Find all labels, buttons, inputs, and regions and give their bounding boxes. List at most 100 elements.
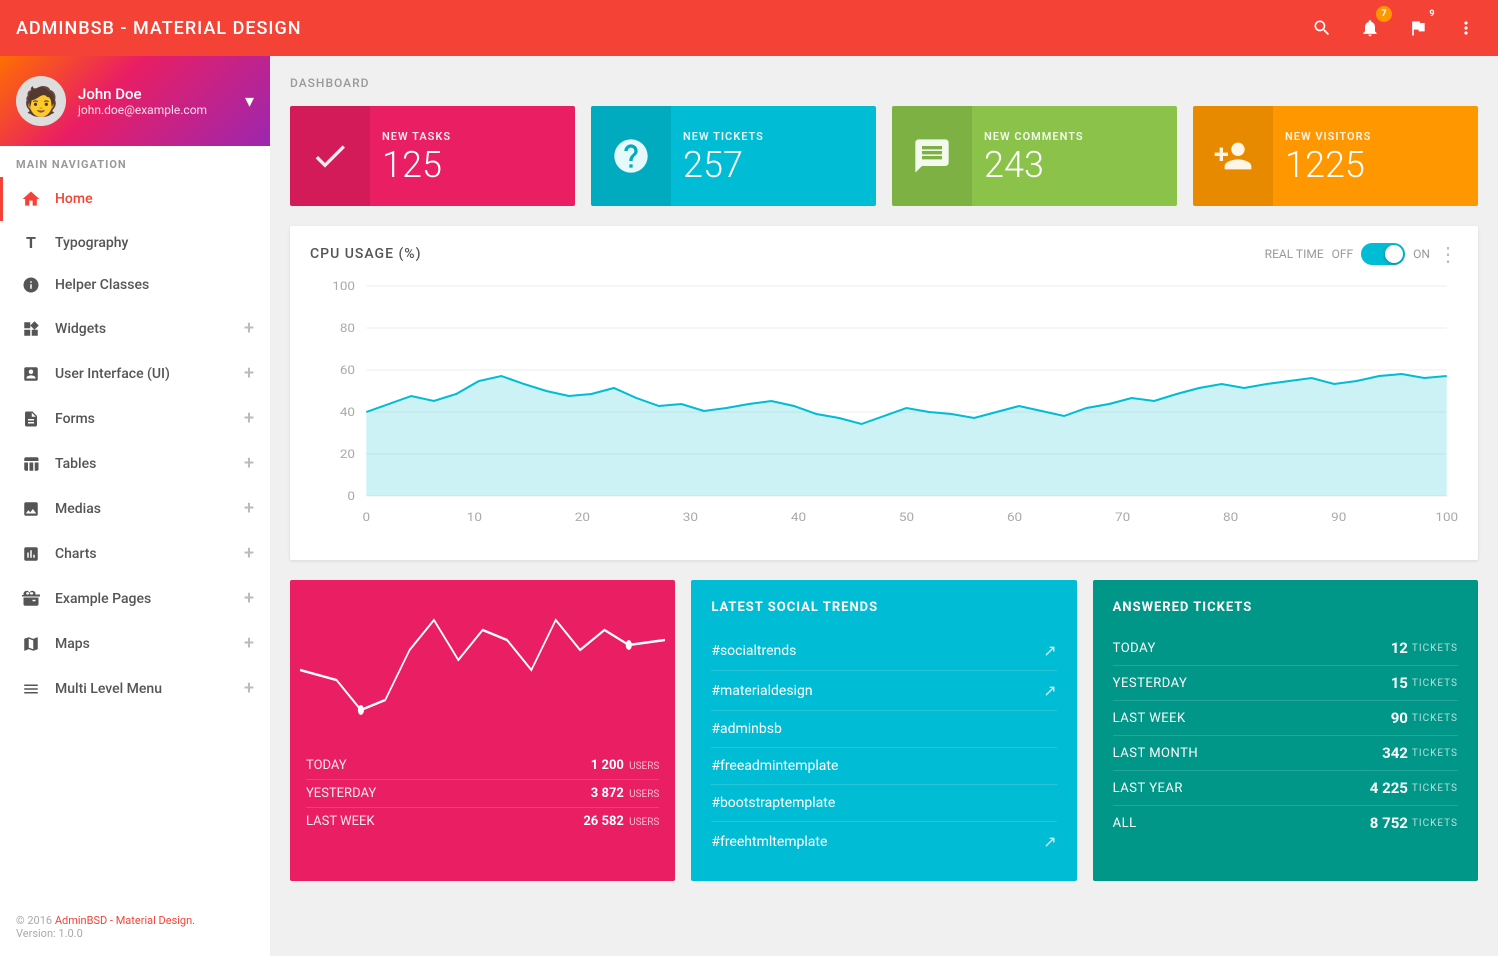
comments-icon bbox=[892, 106, 972, 206]
tasks-icon bbox=[290, 106, 370, 206]
ticket-row-4: LAST YEAR 4 225 TICKETS bbox=[1113, 771, 1458, 806]
medias-expand-icon[interactable]: + bbox=[244, 498, 254, 519]
sidebar-item-label-typography: Typography bbox=[55, 235, 128, 251]
visitors-icon bbox=[1193, 106, 1273, 206]
tasks-label: NEW TASKS bbox=[382, 130, 563, 143]
avatar: 🧑 bbox=[16, 76, 66, 126]
topbar-icons: 7 9 bbox=[1306, 12, 1482, 44]
svg-text:80: 80 bbox=[340, 322, 355, 336]
svg-text:30: 30 bbox=[683, 511, 698, 525]
svg-text:10: 10 bbox=[467, 511, 482, 525]
ticket-row-5: ALL 8 752 TICKETS bbox=[1113, 806, 1458, 840]
flags-button[interactable]: 9 bbox=[1402, 12, 1434, 44]
breadcrumb: DASHBOARD bbox=[290, 76, 1478, 90]
chart-more-icon[interactable]: ⋮ bbox=[1438, 242, 1458, 266]
visitors-value: 1225 bbox=[1285, 147, 1466, 183]
stat-card-visitors: NEW VISITORS 1225 bbox=[1193, 106, 1478, 206]
social-item-4: #bootstraptemplate bbox=[711, 785, 1056, 822]
charts-icon bbox=[19, 545, 43, 563]
trend-up-icon-5: ↗ bbox=[1043, 832, 1056, 851]
maps-icon bbox=[19, 635, 43, 653]
sidebar-item-multilevel[interactable]: Multi Level Menu + bbox=[0, 666, 270, 711]
stat-card-comments: NEW COMMENTS 243 bbox=[892, 106, 1177, 206]
sidebar-item-charts[interactable]: Charts + bbox=[0, 531, 270, 576]
stats-row: NEW TASKS 125 NEW TICKETS 257 NEW COMM bbox=[290, 106, 1478, 206]
spark-yesterday-value: 3 872 USERS bbox=[591, 786, 660, 801]
sidebar-item-forms[interactable]: Forms + bbox=[0, 396, 270, 441]
trend-up-icon-1: ↗ bbox=[1043, 681, 1056, 700]
profile-email: john.doe@example.com bbox=[78, 103, 233, 117]
sidebar-item-home[interactable]: Home bbox=[0, 177, 270, 221]
stat-card-tasks: NEW TASKS 125 bbox=[290, 106, 575, 206]
forms-expand-icon[interactable]: + bbox=[244, 408, 254, 429]
notifications-button[interactable]: 7 bbox=[1354, 12, 1386, 44]
ui-expand-icon[interactable]: + bbox=[244, 363, 254, 384]
svg-text:90: 90 bbox=[1331, 511, 1346, 525]
social-title: LATEST SOCIAL TRENDS bbox=[711, 600, 1056, 615]
ticket-row-0: TODAY 12 TICKETS bbox=[1113, 631, 1458, 666]
visitors-label: NEW VISITORS bbox=[1285, 130, 1466, 143]
trend-up-icon-0: ↗ bbox=[1043, 641, 1056, 660]
svg-text:80: 80 bbox=[1223, 511, 1238, 525]
sidebar-item-label-helper: Helper Classes bbox=[55, 277, 149, 293]
sidebar-item-ui[interactable]: User Interface (UI) + bbox=[0, 351, 270, 396]
social-item-3: #freeadmintemplate bbox=[711, 748, 1056, 785]
sidebar-item-example[interactable]: Example Pages + bbox=[0, 576, 270, 621]
svg-text:60: 60 bbox=[340, 364, 355, 378]
maps-expand-icon[interactable]: + bbox=[244, 633, 254, 654]
sidebar-item-medias[interactable]: Medias + bbox=[0, 486, 270, 531]
spark-lastweek-label: LAST WEEK bbox=[306, 814, 375, 829]
footer-link[interactable]: AdminBSD - Material Design. bbox=[55, 914, 195, 927]
tickets-label: NEW TICKETS bbox=[683, 130, 864, 143]
sidebar-item-tables[interactable]: Tables + bbox=[0, 441, 270, 486]
cpu-chart-card: CPU USAGE (%) REAL TIME OFF ON ⋮ bbox=[290, 226, 1478, 560]
spark-lastweek-value: 26 582 USERS bbox=[583, 814, 659, 829]
more-menu-button[interactable] bbox=[1450, 12, 1482, 44]
search-button[interactable] bbox=[1306, 12, 1338, 44]
chart-title: CPU USAGE (%) bbox=[310, 246, 1265, 262]
multilevel-icon bbox=[19, 680, 43, 698]
tickets-card: ANSWERED TICKETS TODAY 12 TICKETS YESTER… bbox=[1093, 580, 1478, 881]
off-label: OFF bbox=[1332, 247, 1354, 261]
multilevel-expand-icon[interactable]: + bbox=[244, 678, 254, 699]
tables-expand-icon[interactable]: + bbox=[244, 453, 254, 474]
social-item-1: #materialdesign ↗ bbox=[711, 671, 1056, 711]
ui-icon bbox=[19, 365, 43, 383]
typography-icon: T bbox=[19, 233, 43, 252]
sidebar-item-helper[interactable]: Helper Classes bbox=[0, 264, 270, 306]
helper-icon bbox=[19, 276, 43, 294]
tasks-value: 125 bbox=[382, 147, 563, 183]
sidebar: 🧑 John Doe john.doe@example.com ▾ MAIN N… bbox=[0, 56, 270, 956]
ticket-row-1: YESTERDAY 15 TICKETS bbox=[1113, 666, 1458, 701]
sidebar-item-maps[interactable]: Maps + bbox=[0, 621, 270, 666]
widgets-expand-icon[interactable]: + bbox=[244, 318, 254, 339]
social-card: LATEST SOCIAL TRENDS #socialtrends ↗ #ma… bbox=[691, 580, 1076, 881]
example-expand-icon[interactable]: + bbox=[244, 588, 254, 609]
charts-expand-icon[interactable]: + bbox=[244, 543, 254, 564]
comments-label: NEW COMMENTS bbox=[984, 130, 1165, 143]
realtime-control: REAL TIME OFF ON bbox=[1265, 243, 1430, 265]
sidebar-item-label-maps: Maps bbox=[55, 636, 90, 652]
tickets-title: ANSWERED TICKETS bbox=[1113, 600, 1458, 615]
social-item-0: #socialtrends ↗ bbox=[711, 631, 1056, 671]
profile-chevron-icon[interactable]: ▾ bbox=[245, 91, 254, 112]
sidebar-item-label-example: Example Pages bbox=[55, 591, 151, 607]
sidebar-item-label-forms: Forms bbox=[55, 411, 95, 427]
bottom-row: TODAY 1 200 USERS YESTERDAY 3 872 USERS bbox=[290, 580, 1478, 881]
svg-text:70: 70 bbox=[1115, 511, 1130, 525]
tickets-value: 257 bbox=[683, 147, 864, 183]
spark-card: TODAY 1 200 USERS YESTERDAY 3 872 USERS bbox=[290, 580, 675, 881]
cpu-chart-svg: 100 80 60 40 20 0 0 10 20 30 40 50 60 70… bbox=[310, 276, 1458, 536]
realtime-toggle[interactable] bbox=[1361, 243, 1405, 265]
chart-header: CPU USAGE (%) REAL TIME OFF ON ⋮ bbox=[310, 242, 1458, 266]
realtime-label: REAL TIME bbox=[1265, 247, 1324, 261]
flag-badge: 9 bbox=[1424, 6, 1440, 22]
sidebar-item-label-charts: Charts bbox=[55, 546, 97, 562]
on-label: ON bbox=[1413, 247, 1430, 261]
sidebar-item-widgets[interactable]: Widgets + bbox=[0, 306, 270, 351]
svg-text:20: 20 bbox=[575, 511, 590, 525]
sidebar-item-typography[interactable]: T Typography bbox=[0, 221, 270, 264]
tickets-icon bbox=[591, 106, 671, 206]
comments-value: 243 bbox=[984, 147, 1165, 183]
notif-badge: 7 bbox=[1376, 6, 1392, 22]
